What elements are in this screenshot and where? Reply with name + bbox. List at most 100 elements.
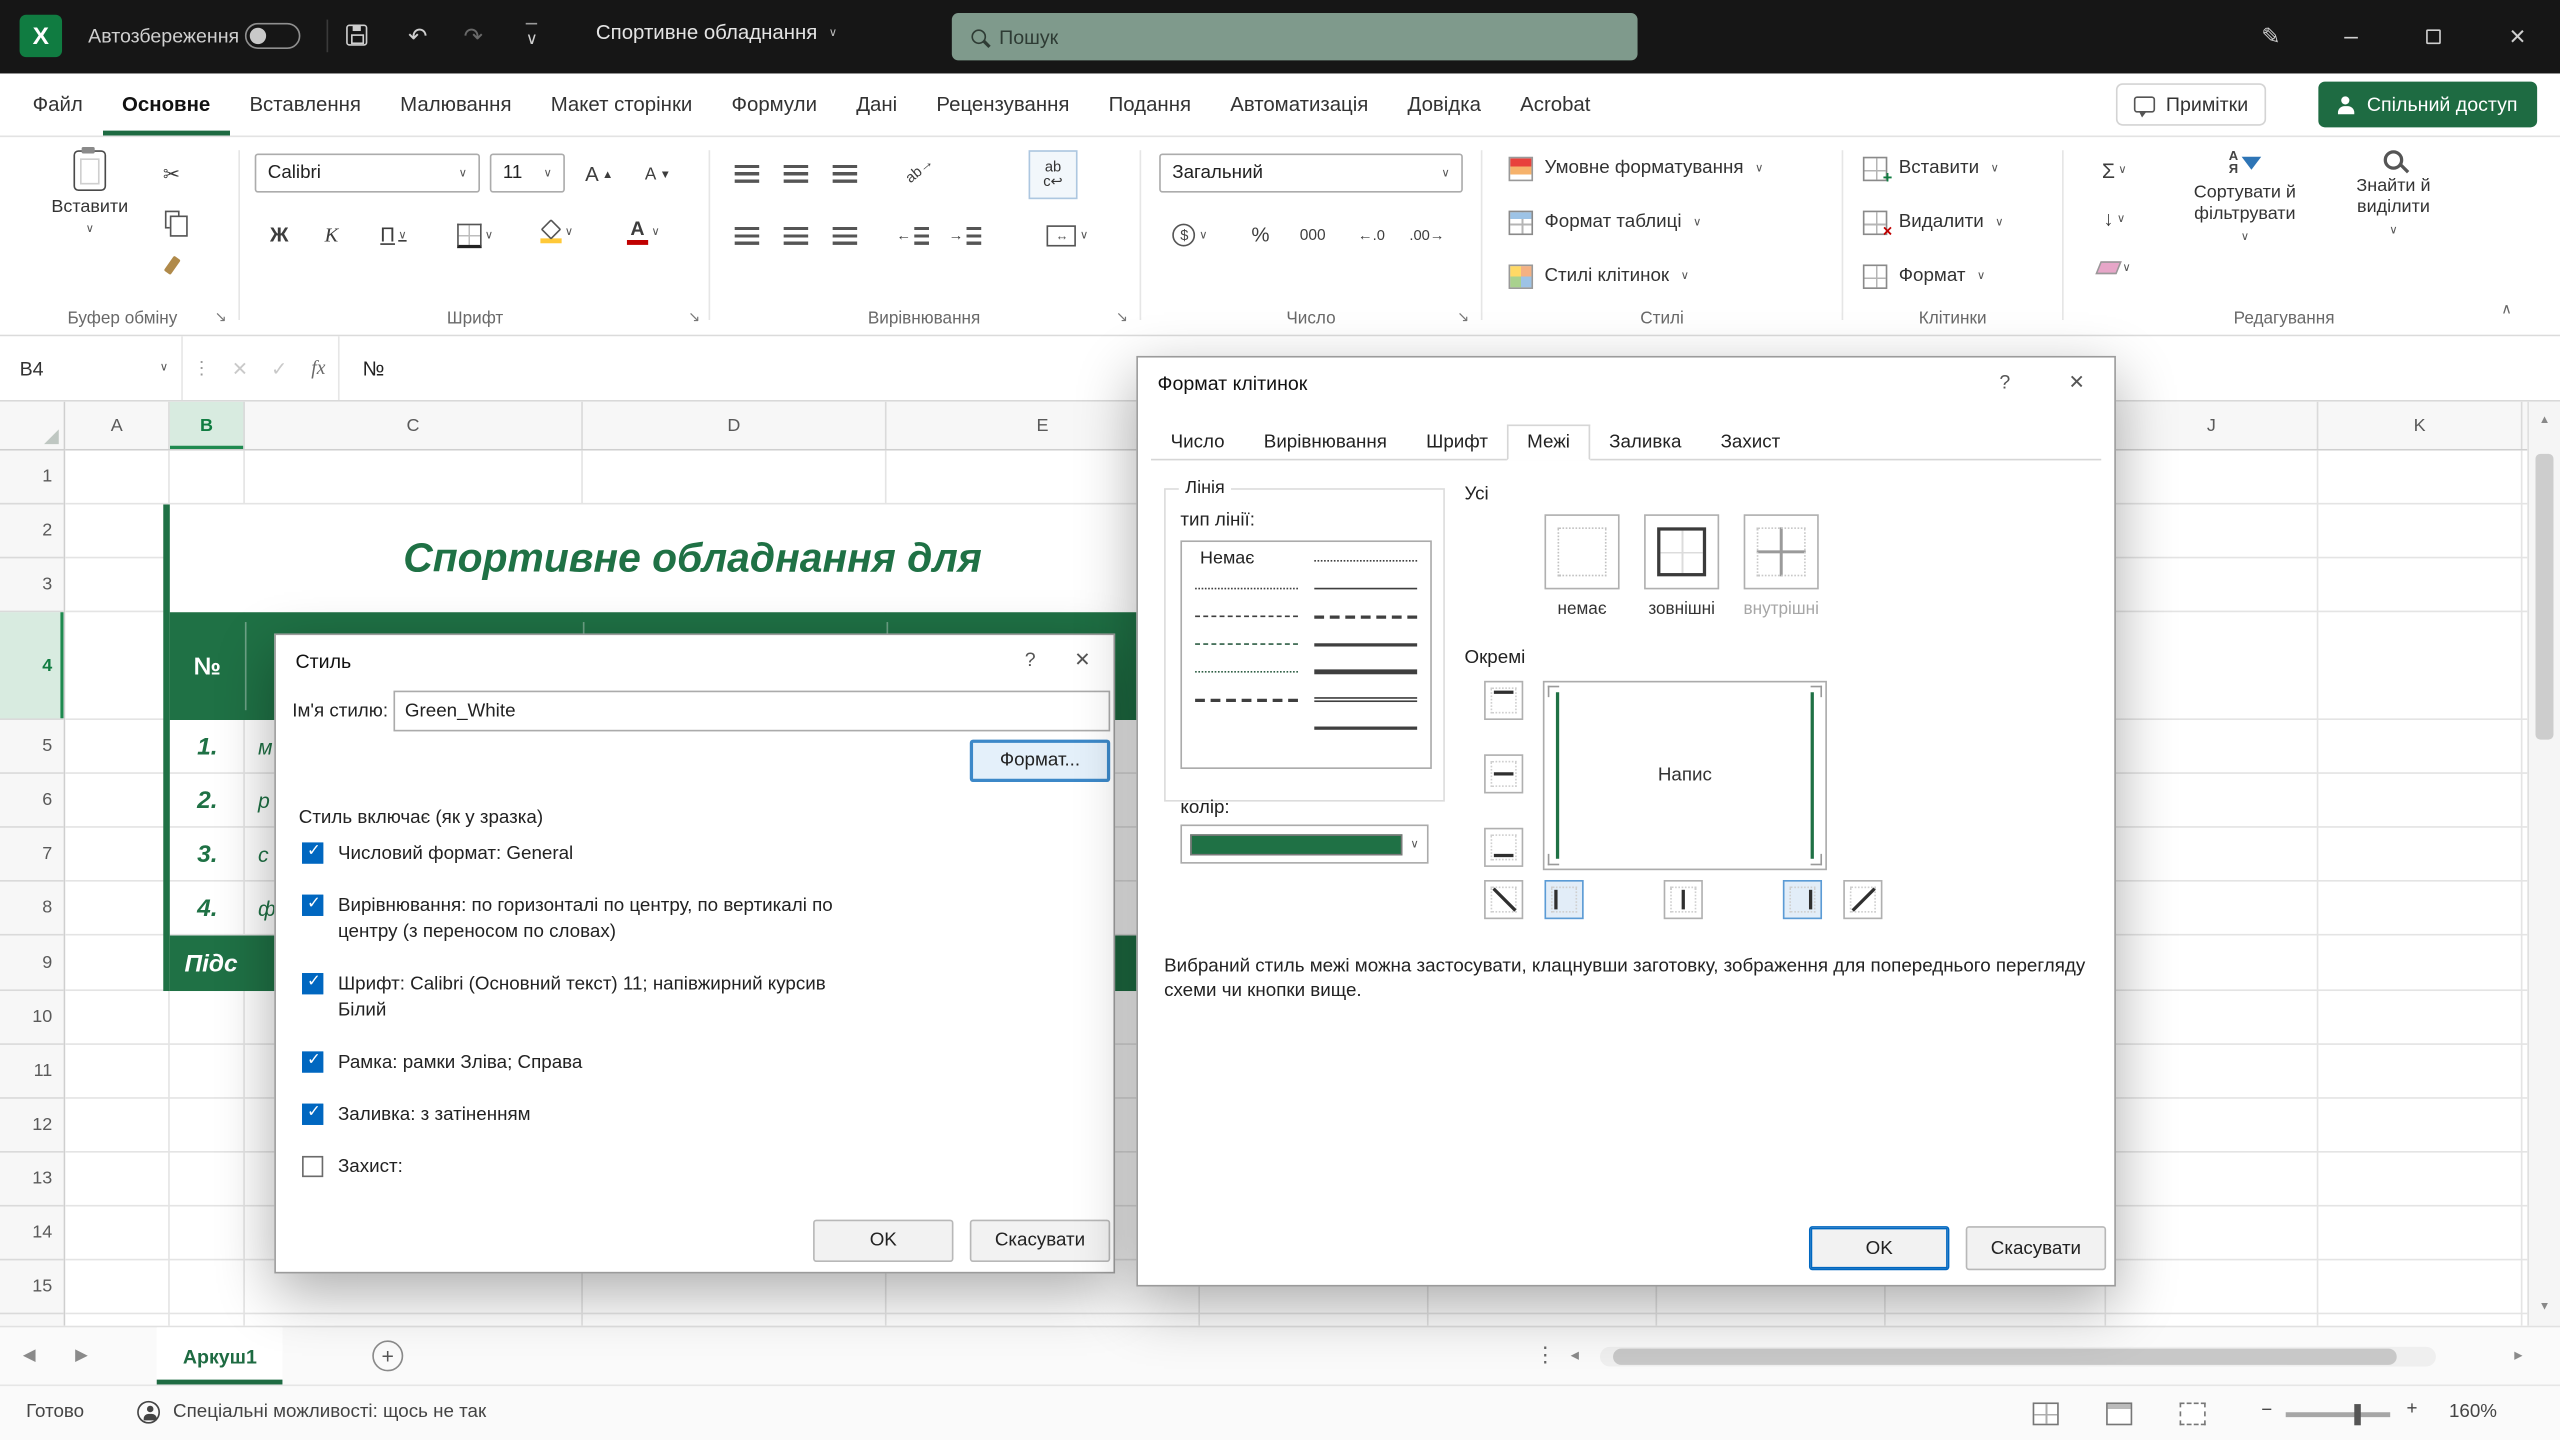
row-header[interactable]: 1 [0, 451, 64, 505]
column-header[interactable]: K [2318, 402, 2522, 449]
ok-button[interactable]: OK [813, 1220, 953, 1262]
border-preset-button[interactable]: зовнішні [1639, 514, 1724, 618]
shrink-font-button[interactable]: А▼ [637, 155, 679, 194]
line-style-option[interactable] [1306, 630, 1425, 658]
cell-styles-button[interactable]: Стилі клітинок∨ [1489, 255, 1835, 297]
row-header[interactable]: 13 [0, 1153, 64, 1207]
border-color-dropdown[interactable]: ∨ [1180, 824, 1428, 863]
page-layout-view-icon[interactable] [2106, 1402, 2132, 1425]
underline-button[interactable]: П∨ [366, 216, 422, 255]
line-style-option[interactable] [1306, 658, 1425, 686]
pencil-icon[interactable]: ✎ [2261, 20, 2280, 53]
clear-button[interactable]: ∨ [2087, 248, 2143, 287]
minimize-button[interactable]: – [2315, 0, 2387, 73]
border-right-button[interactable] [1783, 880, 1822, 919]
insert-cells-button[interactable]: + Вставити∨ [1850, 147, 2056, 189]
align-top-button[interactable] [725, 153, 767, 192]
style-include-option[interactable]: Вирівнювання: по горизонталі по центру, … [302, 893, 1097, 945]
row-header[interactable]: 3 [0, 558, 64, 612]
borders-button[interactable]: ∨ [444, 216, 506, 255]
zoom-slider[interactable] [2286, 1412, 2390, 1417]
zoom-slider-thumb[interactable] [2354, 1404, 2361, 1425]
border-left-button[interactable] [1544, 880, 1583, 919]
dialog-tab[interactable]: Захист [1701, 424, 1800, 460]
redo-icon[interactable]: ↷ [464, 20, 483, 53]
formula-bar-handle[interactable]: ⋮ [183, 336, 221, 400]
insert-function-icon[interactable]: fx [299, 336, 338, 400]
autosum-button[interactable]: Σ∨ [2087, 150, 2143, 189]
style-include-option[interactable]: Заливка: з затіненням [302, 1102, 1097, 1128]
decrease-decimal-button[interactable]: .00→ [1406, 216, 1448, 255]
line-style-option[interactable] [1187, 630, 1306, 658]
save-icon[interactable] [346, 24, 367, 50]
zoom-out-button[interactable]: − [2261, 1401, 2272, 1421]
ribbon-tab[interactable]: Подання [1089, 73, 1211, 135]
align-center-button[interactable] [774, 216, 816, 255]
checkbox[interactable] [302, 1051, 323, 1072]
border-diagonal-down-button[interactable] [1484, 880, 1523, 919]
ribbon-tab[interactable]: Макет сторінки [531, 73, 712, 135]
ribbon-tab[interactable]: Автоматизація [1211, 73, 1388, 135]
fill-button[interactable]: ↓∨ [2087, 199, 2143, 238]
line-style-option[interactable] [1187, 686, 1306, 714]
line-style-none[interactable]: Немає [1187, 547, 1306, 575]
zoom-in-button[interactable]: + [2407, 1399, 2418, 1419]
checkbox[interactable] [302, 973, 323, 994]
checkbox[interactable] [302, 842, 323, 863]
confirm-entry-icon[interactable]: ✓ [260, 336, 299, 400]
line-style-option[interactable] [1306, 713, 1425, 741]
style-include-option[interactable]: Числовий формат: General [302, 841, 1097, 867]
column-header[interactable]: D [583, 402, 887, 449]
font-color-button[interactable]: А∨ [611, 212, 676, 251]
horizontal-scrollbar[interactable] [1600, 1347, 2436, 1367]
ribbon-tab[interactable]: Вставлення [230, 73, 381, 135]
header-cell-no[interactable]: № [170, 612, 245, 720]
column-header[interactable]: B [170, 402, 245, 449]
undo-icon[interactable]: ↶ [408, 20, 427, 53]
dialog-tab[interactable]: Вирівнювання [1244, 424, 1406, 460]
style-include-option[interactable]: Шрифт: Calibri (Основний текст) 11; напі… [302, 971, 1097, 1023]
ok-button[interactable]: OK [1809, 1226, 1949, 1270]
row-header[interactable]: 6 [0, 774, 64, 828]
font-name-combo[interactable]: Calibri∨ [255, 153, 480, 192]
sheet-nav-prev-icon[interactable]: ◀ [23, 1347, 36, 1365]
number-format-combo[interactable]: Загальний∨ [1159, 153, 1463, 192]
row-header[interactable]: 4 [0, 612, 64, 720]
normal-view-icon[interactable] [2033, 1402, 2059, 1425]
hscroll-left-icon[interactable]: ◂ [1571, 1347, 1579, 1365]
cut-button[interactable]: ✂ [150, 153, 192, 192]
horizontal-scroll-thumb[interactable] [1613, 1349, 2397, 1365]
line-style-option[interactable] [1187, 575, 1306, 603]
row-header[interactable]: 10 [0, 991, 64, 1045]
name-box[interactable]: B4 ∨ [0, 336, 183, 400]
cancel-entry-icon[interactable]: ✕ [220, 336, 259, 400]
increase-decimal-button[interactable]: ←.0 [1350, 216, 1392, 255]
format-painter-button[interactable] [150, 245, 192, 284]
ribbon-tab[interactable]: Файл [13, 73, 102, 135]
find-select-button[interactable]: Знайти й виділити ∨ [2328, 150, 2459, 237]
help-button[interactable]: ? [1016, 648, 1045, 671]
column-header[interactable]: C [245, 402, 583, 449]
format-cells-button[interactable]: Формат∨ [1850, 255, 2056, 297]
border-bottom-button[interactable] [1484, 828, 1523, 867]
ribbon-tab[interactable]: Довідка [1388, 73, 1501, 135]
scroll-up-icon[interactable]: ▲ [2529, 415, 2560, 426]
sheet-tab[interactable]: Аркуш1 [157, 1327, 283, 1384]
align-right-button[interactable] [823, 216, 865, 255]
line-style-option[interactable] [1187, 602, 1306, 630]
decrease-indent-button[interactable]: ← [891, 216, 933, 255]
checkbox[interactable] [302, 895, 323, 916]
row-header[interactable]: 7 [0, 828, 64, 882]
sheet-nav-next-icon[interactable]: ▶ [75, 1347, 88, 1365]
ribbon-tab[interactable]: Формули [712, 73, 837, 135]
orientation-button[interactable]: ab→ [890, 141, 948, 198]
autosave-toggle[interactable] [245, 23, 301, 49]
page-break-view-icon[interactable] [2180, 1402, 2206, 1425]
grow-font-button[interactable]: А▲ [578, 155, 620, 194]
line-style-option[interactable] [1187, 658, 1306, 686]
cancel-button[interactable]: Скасувати [970, 1220, 1110, 1262]
checkbox[interactable] [302, 1104, 323, 1125]
maximize-button[interactable] [2397, 0, 2469, 73]
border-diagonal-up-button[interactable] [1843, 880, 1882, 919]
close-button[interactable]: × [2482, 0, 2554, 73]
